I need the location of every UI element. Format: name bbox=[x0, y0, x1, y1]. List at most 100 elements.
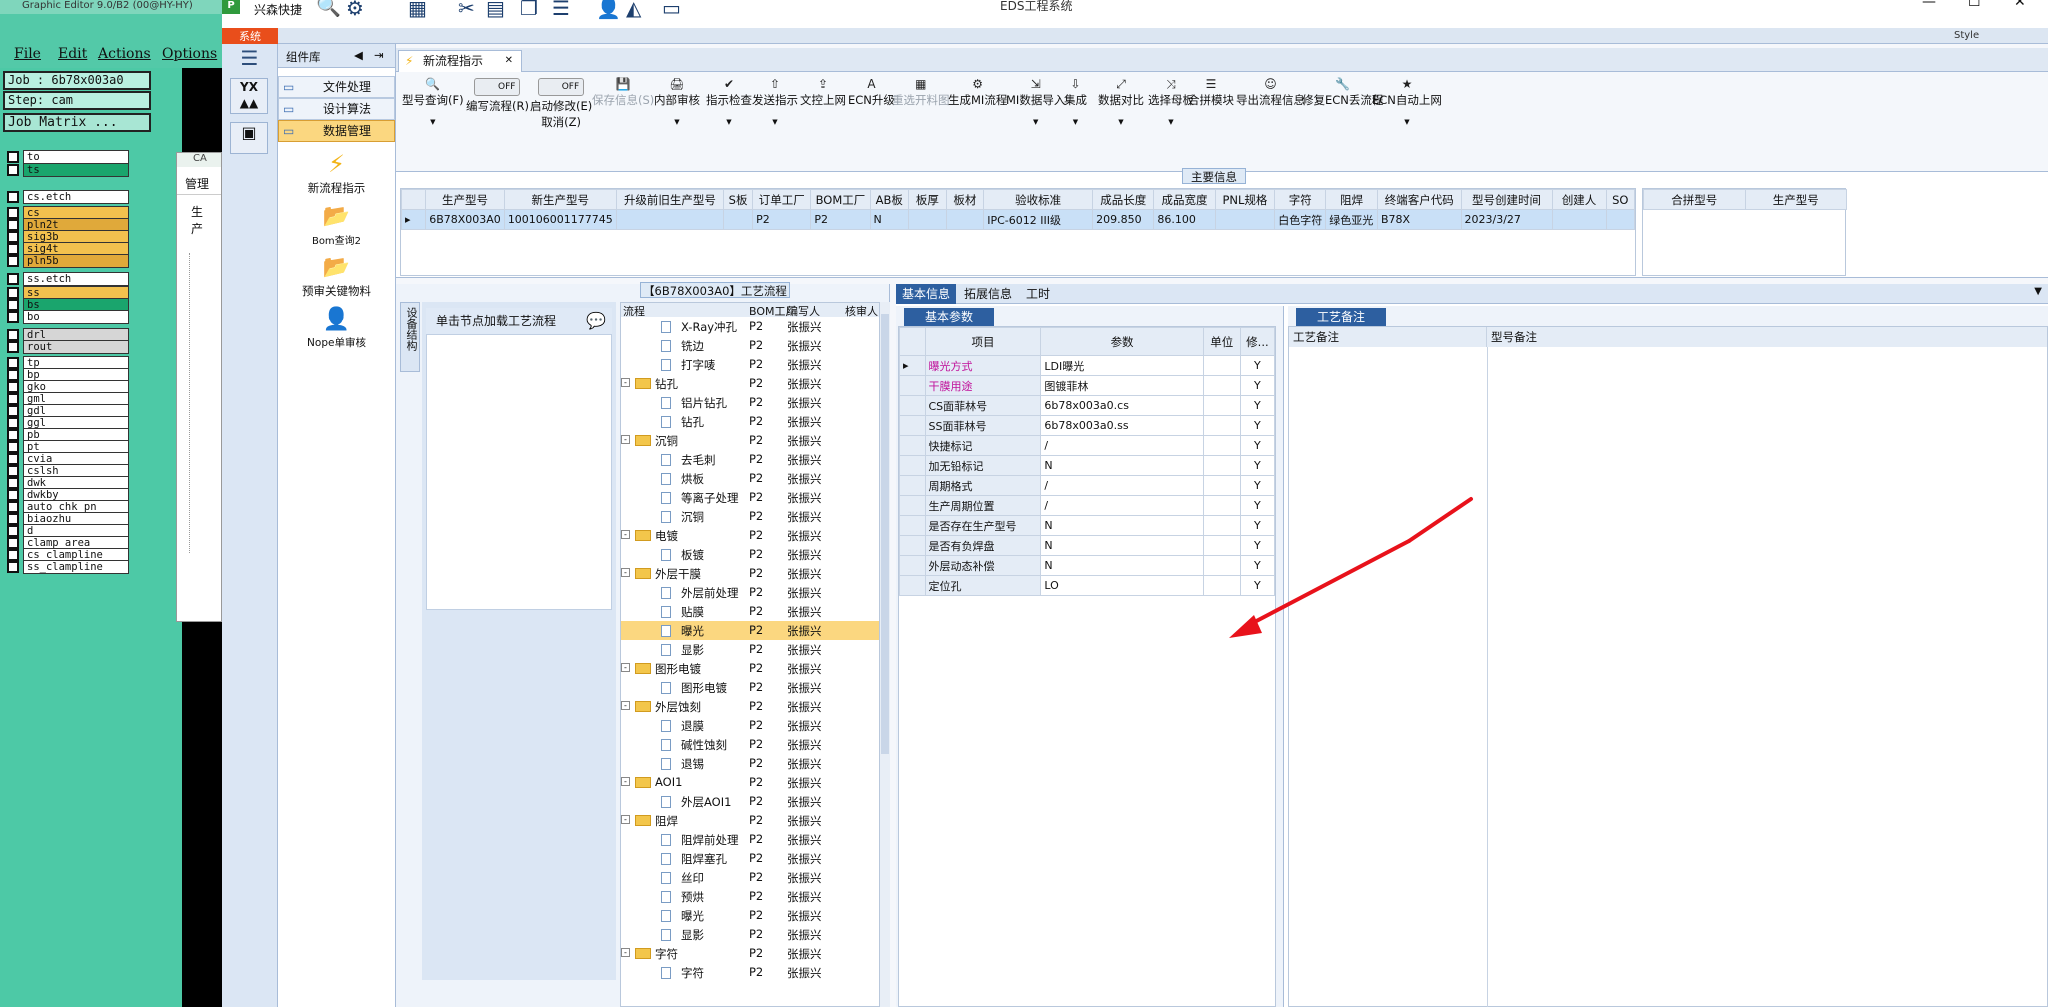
main-col-header[interactable]: 型号创建时间 bbox=[1460, 189, 1553, 210]
dropdown-arrow-icon[interactable]: ▼ bbox=[654, 118, 700, 126]
toolbar-sub-label[interactable]: 取消(Z) bbox=[530, 114, 592, 130]
param-value[interactable]: / bbox=[1040, 435, 1204, 456]
layer-row[interactable]: rout bbox=[7, 340, 129, 354]
flow-row[interactable]: 丝印P2张振兴已编写 bbox=[621, 868, 879, 887]
main-cell[interactable]: 绿色亚光 bbox=[1325, 209, 1378, 230]
layer-row[interactable]: bo bbox=[7, 310, 129, 324]
flow-row[interactable]: 沉铜P2张振兴已编写 bbox=[621, 507, 879, 526]
main-cell[interactable]: 2023/3/27 bbox=[1460, 209, 1553, 230]
main-col-header[interactable]: 生产型号 bbox=[425, 189, 505, 210]
main-cell[interactable] bbox=[615, 209, 725, 230]
flow-row[interactable]: -电镀P2张振兴已编写 bbox=[621, 526, 879, 545]
layer-checkbox[interactable] bbox=[7, 151, 19, 163]
main-cell[interactable]: 86.100 bbox=[1153, 209, 1216, 230]
table-row[interactable]: ▸ 6B78X003A0 100106001177745 P2 P2 N IPC-6012 … bbox=[401, 209, 1635, 230]
param-value[interactable]: LO bbox=[1040, 575, 1204, 596]
layer-checkbox[interactable] bbox=[7, 273, 19, 285]
chart-icon[interactable]: ◭ bbox=[626, 0, 641, 20]
flow-row[interactable]: -沉铜P2张振兴已编写 bbox=[621, 431, 879, 450]
flow-row[interactable]: 外层前处理P2张振兴已编写 bbox=[621, 583, 879, 602]
minimize-icon[interactable]: — bbox=[1922, 0, 1936, 10]
main-cell[interactable] bbox=[723, 209, 754, 230]
main-cell[interactable]: P2 bbox=[752, 209, 812, 230]
main-col-header[interactable]: BOM工厂 bbox=[810, 189, 871, 210]
main-cell[interactable]: P2 bbox=[810, 209, 871, 230]
toolbar-button[interactable]: ⚙ 生成MI流程 bbox=[948, 76, 1007, 108]
load-flow-button[interactable]: 单击节点加载工艺流程 💬 bbox=[426, 308, 612, 334]
layer-row[interactable]: ss_clampline bbox=[7, 560, 129, 574]
menu-options[interactable]: Options bbox=[162, 46, 217, 62]
flow-row[interactable]: 外层AOI1P2张振兴已编写 bbox=[621, 792, 879, 811]
toolbar-button[interactable]: ⇪ 文控上网 bbox=[800, 76, 846, 108]
param-row[interactable]: CS面菲林号 6b78x003a0.cs Y bbox=[899, 395, 1276, 416]
flow-row[interactable]: 去毛刺P2张振兴已编写 bbox=[621, 450, 879, 469]
toolbar-button[interactable]: A ECN升级 bbox=[848, 76, 895, 108]
param-col-header[interactable]: 项目 bbox=[924, 327, 1042, 356]
toolbar-button[interactable]: 🔍 型号查询(F) ▼ bbox=[402, 76, 464, 126]
merge-col-header[interactable]: 合拼型号 bbox=[1643, 189, 1746, 210]
main-cell[interactable]: 6B78X003A0 bbox=[425, 209, 505, 230]
main-col-header[interactable]: SO bbox=[1605, 189, 1635, 210]
style-label[interactable]: Style bbox=[1954, 30, 1979, 41]
flow-row[interactable]: 钻孔P2张振兴已编写 bbox=[621, 412, 879, 431]
param-row[interactable]: SS面菲林号 6b78x003a0.ss Y bbox=[899, 415, 1276, 436]
flow-row[interactable]: 图形电镀P2张振兴已编写 bbox=[621, 678, 879, 697]
layer-row[interactable]: ts bbox=[7, 163, 129, 177]
flow-row[interactable]: 曝光P2张振兴已编写 bbox=[621, 906, 879, 925]
tab-extended-info[interactable]: 拓展信息 bbox=[958, 284, 1018, 304]
flow-row[interactable]: -外层蚀刻P2张振兴已编写 bbox=[621, 697, 879, 716]
dropdown-arrow-icon[interactable]: ▼ bbox=[1098, 118, 1144, 126]
side-tab-device[interactable]: 设备结构 bbox=[400, 302, 420, 372]
layer-name[interactable]: pln5b bbox=[23, 254, 129, 268]
dropdown-arrow-icon[interactable]: ▼ bbox=[1064, 118, 1087, 126]
flow-row[interactable]: 打字唛P2张振兴已编写 bbox=[621, 355, 879, 374]
job-matrix-button[interactable]: Job Matrix ... bbox=[3, 113, 151, 132]
main-col-header[interactable]: 字符 bbox=[1274, 189, 1327, 210]
param-row[interactable]: 快捷标记 / Y bbox=[899, 435, 1276, 456]
table-icon[interactable]: ▦ bbox=[408, 0, 427, 20]
toolbar-button[interactable]: ⤢ 数据对比 ▼ bbox=[1098, 76, 1144, 126]
dropdown-arrow-icon[interactable]: ▼ bbox=[402, 118, 464, 126]
user-icon[interactable]: 👤 bbox=[596, 0, 621, 20]
flow-row[interactable]: 等离子处理P2张振兴已编写 bbox=[621, 488, 879, 507]
flow-row[interactable]: -AOI1P2张振兴已编写 bbox=[621, 773, 879, 792]
cam-window-tab[interactable]: 管理 bbox=[177, 167, 221, 195]
main-cell[interactable]: B78X bbox=[1376, 209, 1462, 230]
param-row[interactable]: 干膜用途 图镀菲林 Y bbox=[899, 375, 1276, 396]
calculator-icon[interactable]: ▣ bbox=[230, 122, 268, 154]
param-value[interactable]: 6b78x003a0.cs bbox=[1040, 395, 1204, 416]
flow-row[interactable]: 退锡P2张振兴已编写 bbox=[621, 754, 879, 773]
flow-scrollbar[interactable] bbox=[880, 302, 890, 1007]
toolbar-button[interactable]: ☺ 导出流程信息 bbox=[1236, 76, 1305, 108]
layer-name[interactable]: ts bbox=[23, 163, 129, 177]
flow-row[interactable]: 碱性蚀刻P2张振兴已编写 bbox=[621, 735, 879, 754]
tab-work-hours[interactable]: 工时 bbox=[1020, 284, 1056, 304]
main-cell[interactable] bbox=[1605, 209, 1635, 230]
main-cell[interactable]: N bbox=[869, 209, 910, 230]
main-col-header[interactable]: 订单工厂 bbox=[752, 189, 812, 210]
flow-row[interactable]: -图形电镀P2张振兴已编写 bbox=[621, 659, 879, 678]
menu-edit[interactable]: Edit bbox=[58, 46, 87, 62]
toolbar-button[interactable]: 💾 保存信息(S) bbox=[592, 76, 654, 108]
main-cell[interactable]: 100106001177745 bbox=[503, 209, 617, 230]
gear-icon[interactable]: ⚙ bbox=[346, 0, 364, 20]
layer-row[interactable]: cs.etch bbox=[7, 190, 129, 204]
merge-col-header[interactable]: 生产型号 bbox=[1744, 189, 1847, 210]
close-icon[interactable]: ✕ bbox=[505, 51, 513, 71]
dropdown-arrow-icon[interactable]: ▼ bbox=[1006, 118, 1065, 126]
package-item-material[interactable]: 📂 预审关键物料 bbox=[278, 255, 395, 299]
main-cell[interactable]: IPC-6012 III级 bbox=[983, 209, 1094, 230]
menu-actions[interactable]: Actions bbox=[98, 46, 151, 62]
tab-basic-info[interactable]: 基本信息 bbox=[896, 284, 957, 304]
layer-name[interactable]: bo bbox=[23, 310, 129, 324]
list-icon[interactable]: ☰ bbox=[552, 0, 570, 20]
flow-row[interactable]: 预烘P2张振兴已编写 bbox=[621, 887, 879, 906]
layer-checkbox[interactable] bbox=[7, 341, 19, 353]
flow-row[interactable]: 板镀P2张振兴已编写 bbox=[621, 545, 879, 564]
scrollbar-thumb[interactable] bbox=[881, 314, 889, 754]
param-value[interactable]: N bbox=[1040, 555, 1204, 576]
param-row[interactable]: ▸ 曝光方式 LDI曝光 Y bbox=[899, 355, 1276, 376]
chevron-down-icon[interactable]: ▼ bbox=[2034, 286, 2042, 297]
main-col-header[interactable]: 板材 bbox=[945, 189, 985, 210]
collapse-icon[interactable]: ◀ bbox=[354, 48, 363, 62]
